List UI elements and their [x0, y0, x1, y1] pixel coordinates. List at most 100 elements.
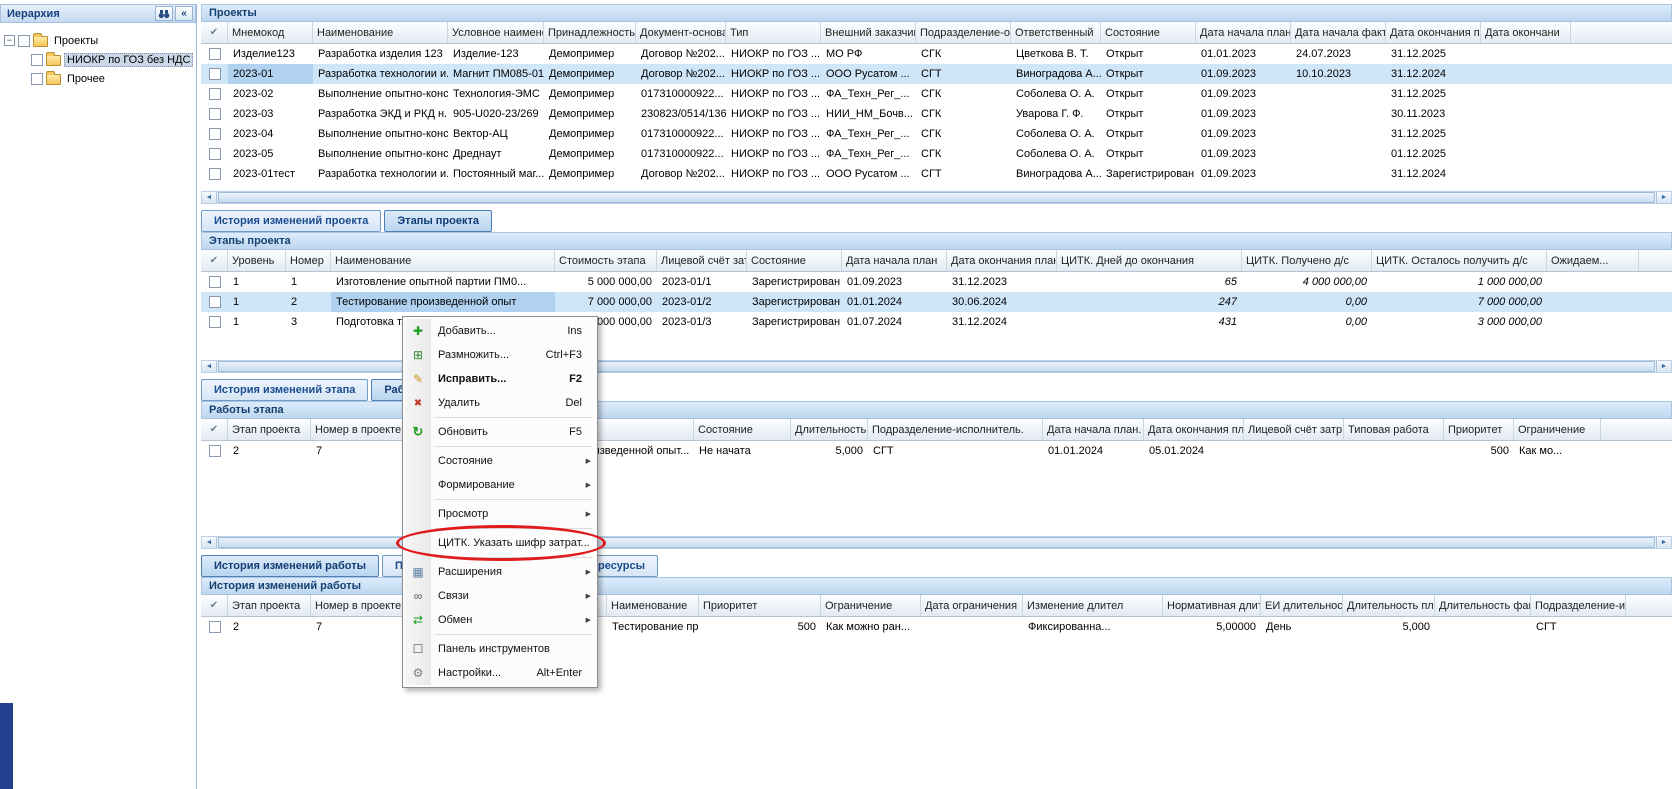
table-cell[interactable]: 01.09.2023 — [1196, 84, 1291, 104]
column-header[interactable]: Дата начала факт — [1291, 22, 1386, 43]
table-cell[interactable]: 2 — [228, 617, 311, 637]
table-cell[interactable]: Соболева О. А. — [1011, 124, 1101, 144]
menu-item[interactable]: Просмотр▶ — [405, 502, 595, 526]
column-header[interactable]: Наименование — [331, 250, 555, 271]
tree-item-projects[interactable]: − Проекты — [4, 31, 192, 50]
table-cell[interactable]: Демопример — [544, 64, 636, 84]
table-cell[interactable]: Изготовление опытной партии ПМ0... — [331, 272, 555, 292]
table-cell[interactable]: СГК — [916, 84, 1011, 104]
column-header[interactable]: Мнемокод — [228, 22, 313, 43]
column-header[interactable]: Внешний заказчик — [821, 22, 916, 43]
table-cell[interactable]: НИИ_НМ_Бочв... — [821, 104, 916, 124]
table-row[interactable]: Изделие123Разработка изделия 123Изделие-… — [201, 44, 1672, 64]
table-cell[interactable]: СГТ — [1531, 617, 1626, 637]
tree-checkbox[interactable] — [31, 73, 43, 85]
table-cell[interactable]: СГК — [916, 44, 1011, 64]
table-cell[interactable]: 7 000 000,00 — [1372, 292, 1547, 312]
table-cell[interactable] — [1481, 104, 1571, 124]
column-header[interactable]: Приоритет — [699, 595, 821, 616]
tree-item-label[interactable]: Проекты — [51, 34, 101, 48]
table-cell[interactable]: 017310000922... — [636, 84, 726, 104]
row-checkbox[interactable] — [209, 108, 221, 120]
table-cell[interactable]: Договор №202... — [636, 64, 726, 84]
table-cell[interactable]: Зарегистрирован — [747, 272, 842, 292]
menu-item[interactable]: ⇄Обмен▶ — [405, 608, 595, 632]
column-header[interactable]: ЦИТК. Осталось получить д/с — [1372, 250, 1547, 271]
table-row[interactable]: 2023-01тестРазработка технологии и...Пос… — [201, 164, 1672, 184]
table-cell[interactable] — [1244, 441, 1344, 461]
table-cell[interactable]: 01.07.2024 — [842, 312, 947, 332]
menu-item[interactable]: ⊞Размножить...Ctrl+F3 — [405, 343, 595, 367]
table-cell[interactable]: 24.07.2023 — [1291, 44, 1386, 64]
table-cell[interactable]: 230823/0514/136 — [636, 104, 726, 124]
table-cell[interactable]: 2023-04 — [228, 124, 313, 144]
menu-item[interactable]: ⚙Настройки...Alt+Enter — [405, 661, 595, 685]
table-cell[interactable] — [1481, 124, 1571, 144]
table-cell[interactable]: Как мо... — [1514, 441, 1601, 461]
table-cell[interactable]: Демопример — [544, 144, 636, 164]
select-all-header[interactable]: ✔ — [201, 419, 228, 440]
tree-item-label[interactable]: Прочее — [64, 72, 108, 86]
table-cell[interactable]: 2023-01 — [228, 64, 313, 84]
table-cell[interactable]: 1 — [228, 272, 286, 292]
table-cell[interactable]: 01.01.2024 — [842, 292, 947, 312]
tab[interactable]: История изменений этапа — [201, 379, 368, 401]
row-checkbox[interactable] — [209, 148, 221, 160]
table-row[interactable]: 2023-03Разработка ЭКД и РКД н...905-U020… — [201, 104, 1672, 124]
table-cell[interactable]: 31.12.2025 — [1386, 124, 1481, 144]
table-cell[interactable]: Цветкова В. Т. — [1011, 44, 1101, 64]
table-cell[interactable] — [1481, 144, 1571, 164]
table-row[interactable]: 2023-01Разработка технологии и...Магнит … — [201, 64, 1672, 84]
column-header[interactable]: Наименование — [607, 595, 699, 616]
table-cell[interactable] — [1344, 441, 1444, 461]
table-cell[interactable]: СГК — [916, 104, 1011, 124]
column-header[interactable]: Этап проекта — [228, 595, 311, 616]
table-cell[interactable]: 431 — [1057, 312, 1242, 332]
select-all-header[interactable]: ✔ — [201, 595, 228, 616]
row-checkbox[interactable] — [209, 48, 221, 60]
column-header[interactable]: ЕИ длительности — [1261, 595, 1343, 616]
table-cell[interactable]: ООО Русатом ... — [821, 64, 916, 84]
tree-checkbox[interactable] — [31, 54, 43, 66]
column-header[interactable]: Ожидаем... — [1547, 250, 1639, 271]
projects-hscroll[interactable]: ◄ ► — [201, 191, 1672, 204]
table-cell[interactable] — [1291, 164, 1386, 184]
column-header[interactable]: Дата начала план. — [1196, 22, 1291, 43]
table-cell[interactable]: 01.09.2023 — [1196, 144, 1291, 164]
table-cell[interactable]: Демопример — [544, 84, 636, 104]
row-checkbox[interactable] — [209, 88, 221, 100]
menu-item[interactable]: Состояние▶ — [405, 449, 595, 473]
column-header[interactable]: Состояние — [747, 250, 842, 271]
column-header[interactable]: Типовая работа — [1344, 419, 1444, 440]
table-cell[interactable]: НИОКР по ГОЗ ... — [726, 104, 821, 124]
table-cell[interactable]: 2023-03 — [228, 104, 313, 124]
table-cell[interactable]: 017310000922... — [636, 124, 726, 144]
column-header[interactable]: Лицевой счёт затрат — [657, 250, 747, 271]
table-cell[interactable]: Виноградова А... — [1011, 164, 1101, 184]
column-header[interactable]: Уровень — [228, 250, 286, 271]
column-header[interactable]: Документ-основан — [636, 22, 726, 43]
column-header[interactable]: Стоимость этапа — [555, 250, 657, 271]
select-all-header[interactable]: ✔ — [201, 22, 228, 43]
table-cell[interactable]: Изделие-123 — [448, 44, 544, 64]
collapse-expander-icon[interactable]: − — [4, 35, 15, 46]
table-cell[interactable]: Разработка технологии и... — [313, 164, 448, 184]
column-header[interactable]: Дата начала план — [842, 250, 947, 271]
table-cell[interactable] — [921, 617, 1023, 637]
menu-item[interactable]: ЦИТК. Указать шифр затрат... — [405, 531, 595, 555]
row-checkbox[interactable] — [209, 316, 221, 328]
table-cell[interactable]: НИОКР по ГОЗ ... — [726, 164, 821, 184]
menu-item[interactable]: ✎Исправить...F2 — [405, 367, 595, 391]
tree-item-niokr[interactable]: НИОКР по ГОЗ без НДС — [31, 50, 192, 69]
table-cell[interactable]: Разработка ЭКД и РКД н... — [313, 104, 448, 124]
table-cell[interactable]: 31.12.2024 — [1386, 64, 1481, 84]
table-cell[interactable]: 65 — [1057, 272, 1242, 292]
column-header[interactable]: Длительность план▼ — [791, 419, 868, 440]
tree-checkbox[interactable] — [18, 35, 30, 47]
tree-item-other[interactable]: Прочее — [31, 69, 192, 88]
column-header[interactable]: Этап проекта — [228, 419, 311, 440]
scroll-left-icon[interactable]: ◄ — [202, 537, 217, 548]
table-cell[interactable]: Разработка технологии и... — [313, 64, 448, 84]
table-cell[interactable]: Выполнение опытно-конс... — [313, 124, 448, 144]
table-cell[interactable]: Открыт — [1101, 124, 1196, 144]
